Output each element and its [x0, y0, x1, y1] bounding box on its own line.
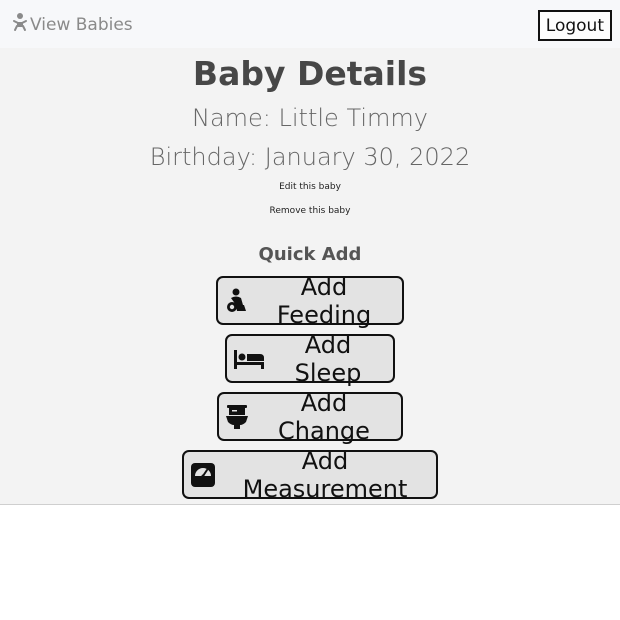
- page-title: Baby Details: [192, 54, 428, 93]
- add-feeding-button[interactable]: Add Feeding: [216, 273, 404, 329]
- baby-birthday: Birthday: January 30, 2022: [149, 143, 471, 171]
- add-sleep-button[interactable]: Add Sleep: [225, 331, 395, 387]
- logout-button[interactable]: Logout: [537, 10, 612, 41]
- scale-icon: [190, 462, 216, 488]
- bed-icon: [233, 348, 265, 370]
- remove-baby-link[interactable]: Remove this baby: [0, 206, 620, 216]
- top-navbar: View Babies Logout: [0, 0, 620, 48]
- baby-name: Name: Little Timmy: [192, 104, 428, 132]
- add-change-label: Add Change: [278, 388, 370, 445]
- feeding-icon: [224, 288, 248, 314]
- baby-icon: [12, 12, 28, 37]
- quick-add-heading: Quick Add: [258, 244, 362, 265]
- add-change-button[interactable]: Add Change: [217, 389, 403, 445]
- view-babies-label: View Babies: [30, 14, 133, 35]
- view-babies-link[interactable]: View Babies: [12, 12, 133, 37]
- edit-baby-link[interactable]: Edit this baby: [0, 182, 620, 192]
- toilet-icon: [225, 404, 249, 430]
- add-feeding-label: Add Feeding: [276, 272, 372, 329]
- add-measurement-button[interactable]: Add Measurement: [182, 447, 438, 503]
- baby-details-panel: Baby Details Name: Little Timmy Birthday…: [0, 48, 620, 505]
- add-measurement-label: Add Measurement: [242, 446, 408, 503]
- add-sleep-label: Add Sleep: [294, 330, 362, 387]
